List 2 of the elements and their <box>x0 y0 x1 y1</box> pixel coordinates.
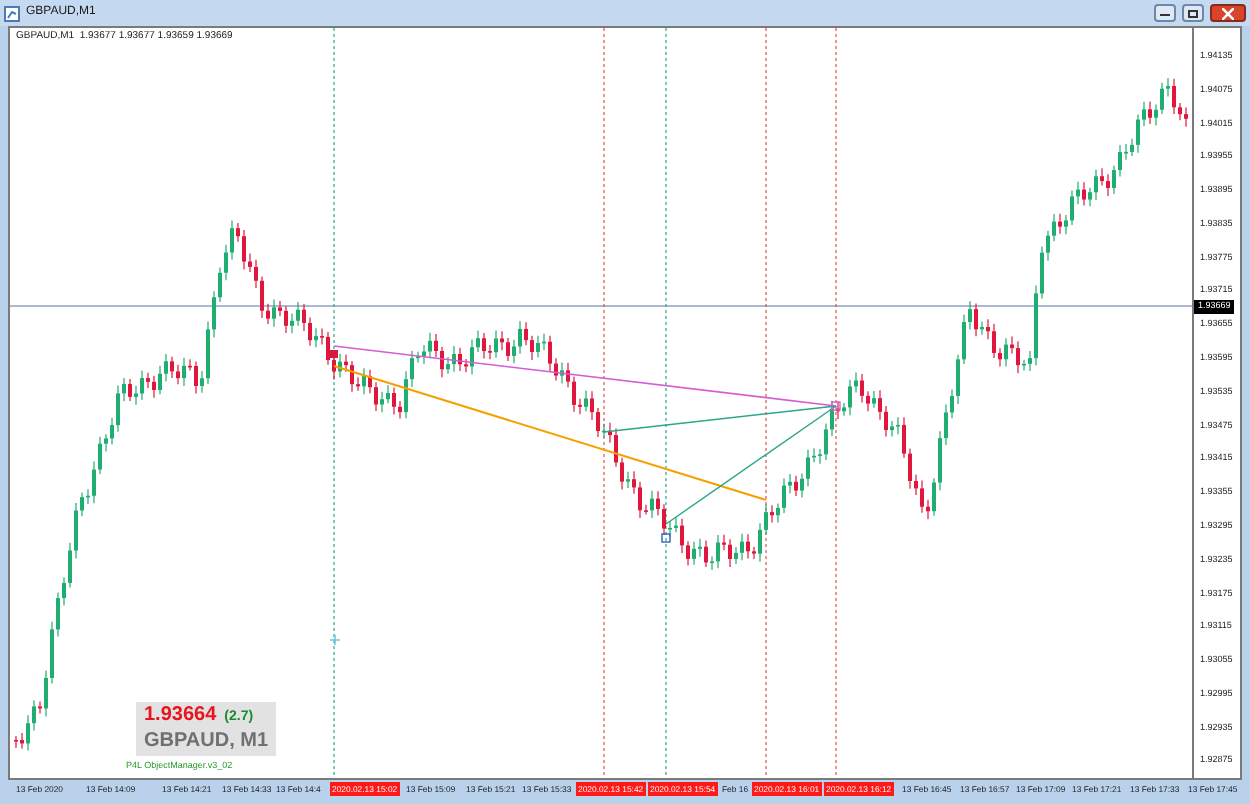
price-value: 1.93664 <box>144 704 217 729</box>
symbol-label: GBPAUD, M1 <box>144 729 269 754</box>
